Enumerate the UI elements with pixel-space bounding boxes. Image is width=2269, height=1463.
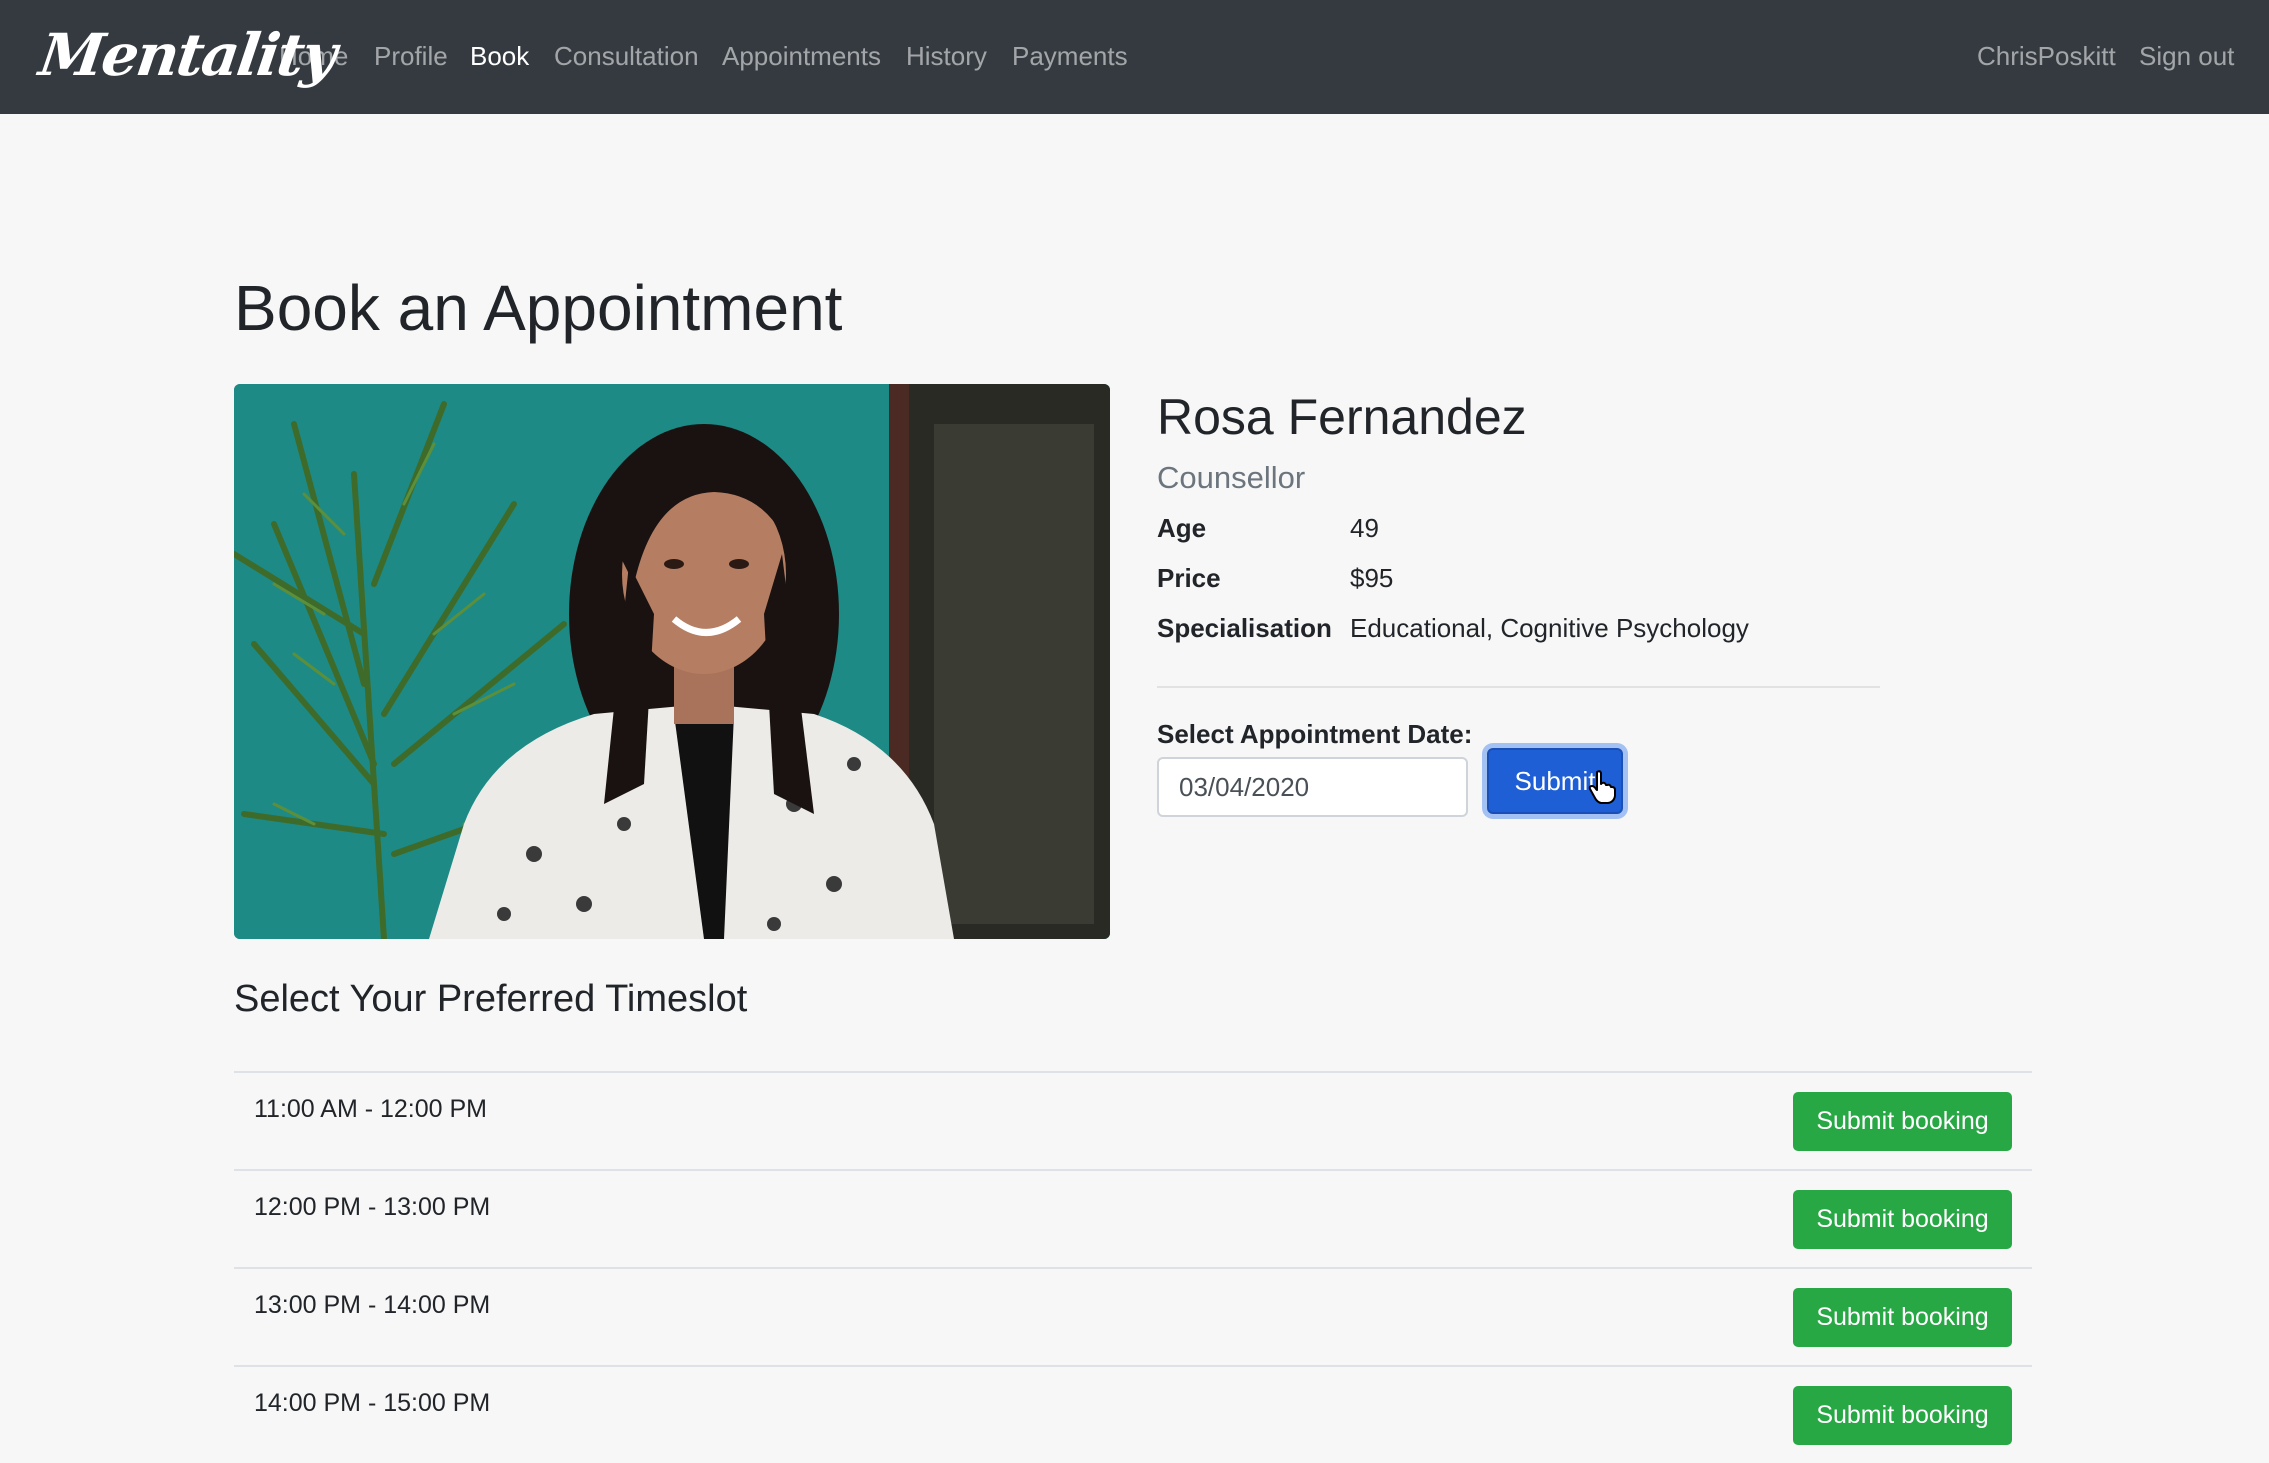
brand-logo[interactable]: Mentality — [34, 14, 339, 96]
detail-label-price: Price — [1157, 563, 1221, 593]
nav-consultation[interactable]: Consultation — [554, 36, 699, 76]
table-row: 14:00 PM - 15:00 PM Submit booking — [234, 1365, 2032, 1463]
nav-payments[interactable]: Payments — [1012, 36, 1128, 76]
submit-booking-button[interactable]: Submit booking — [1793, 1288, 2012, 1347]
table-row: 13:00 PM - 14:00 PM Submit booking — [234, 1267, 2032, 1365]
detail-value-specialisation: Educational, Cognitive Psychology — [1350, 613, 1749, 643]
table-row: 12:00 PM - 13:00 PM Submit booking — [234, 1169, 2032, 1267]
nav-book[interactable]: Book — [470, 36, 529, 76]
detail-label-age: Age — [1157, 513, 1207, 543]
nav-appointments[interactable]: Appointments — [722, 36, 881, 76]
detail-value-age: 49 — [1350, 513, 1379, 543]
nav-user-profile[interactable]: ChrisPoskitt — [1977, 36, 2116, 76]
timeslot-table: 11:00 AM - 12:00 PM Submit booking 12:00… — [234, 1071, 2032, 1463]
detail-value-price: $95 — [1350, 563, 1394, 593]
timeslot-time: 14:00 PM - 15:00 PM — [254, 1389, 491, 1417]
timeslot-heading: Select Your Preferred Timeslot — [234, 978, 748, 1020]
nav-profile[interactable]: Profile — [374, 36, 448, 76]
nav-history[interactable]: History — [906, 36, 987, 76]
submit-booking-button[interactable]: Submit booking — [1793, 1092, 2012, 1151]
page-title: Book an Appointment — [234, 272, 843, 344]
submit-booking-button[interactable]: Submit booking — [1793, 1386, 2012, 1445]
counsellor-photo — [234, 384, 1110, 939]
nav-home[interactable]: Home — [279, 36, 348, 76]
timeslot-time: 13:00 PM - 14:00 PM — [254, 1291, 491, 1319]
appointment-date-label: Select Appointment Date: — [1157, 719, 1473, 749]
counsellor-name: Rosa Fernandez — [1157, 389, 1527, 445]
detail-label-specialisation: Specialisation — [1157, 613, 1332, 643]
submit-booking-button[interactable]: Submit booking — [1793, 1190, 2012, 1249]
table-row: 11:00 AM - 12:00 PM Submit booking — [234, 1071, 2032, 1169]
nav-sign-out[interactable]: Sign out — [2139, 36, 2234, 76]
appointment-date-input[interactable] — [1157, 757, 1468, 817]
top-navbar: Mentality Home Profile Book Consultation… — [0, 0, 2269, 114]
timeslot-time: 12:00 PM - 13:00 PM — [254, 1193, 491, 1221]
section-divider — [1157, 686, 1880, 688]
timeslot-time: 11:00 AM - 12:00 PM — [254, 1095, 487, 1123]
counsellor-role: Counsellor — [1157, 460, 1306, 495]
hand-pointer-icon — [1588, 770, 1616, 804]
